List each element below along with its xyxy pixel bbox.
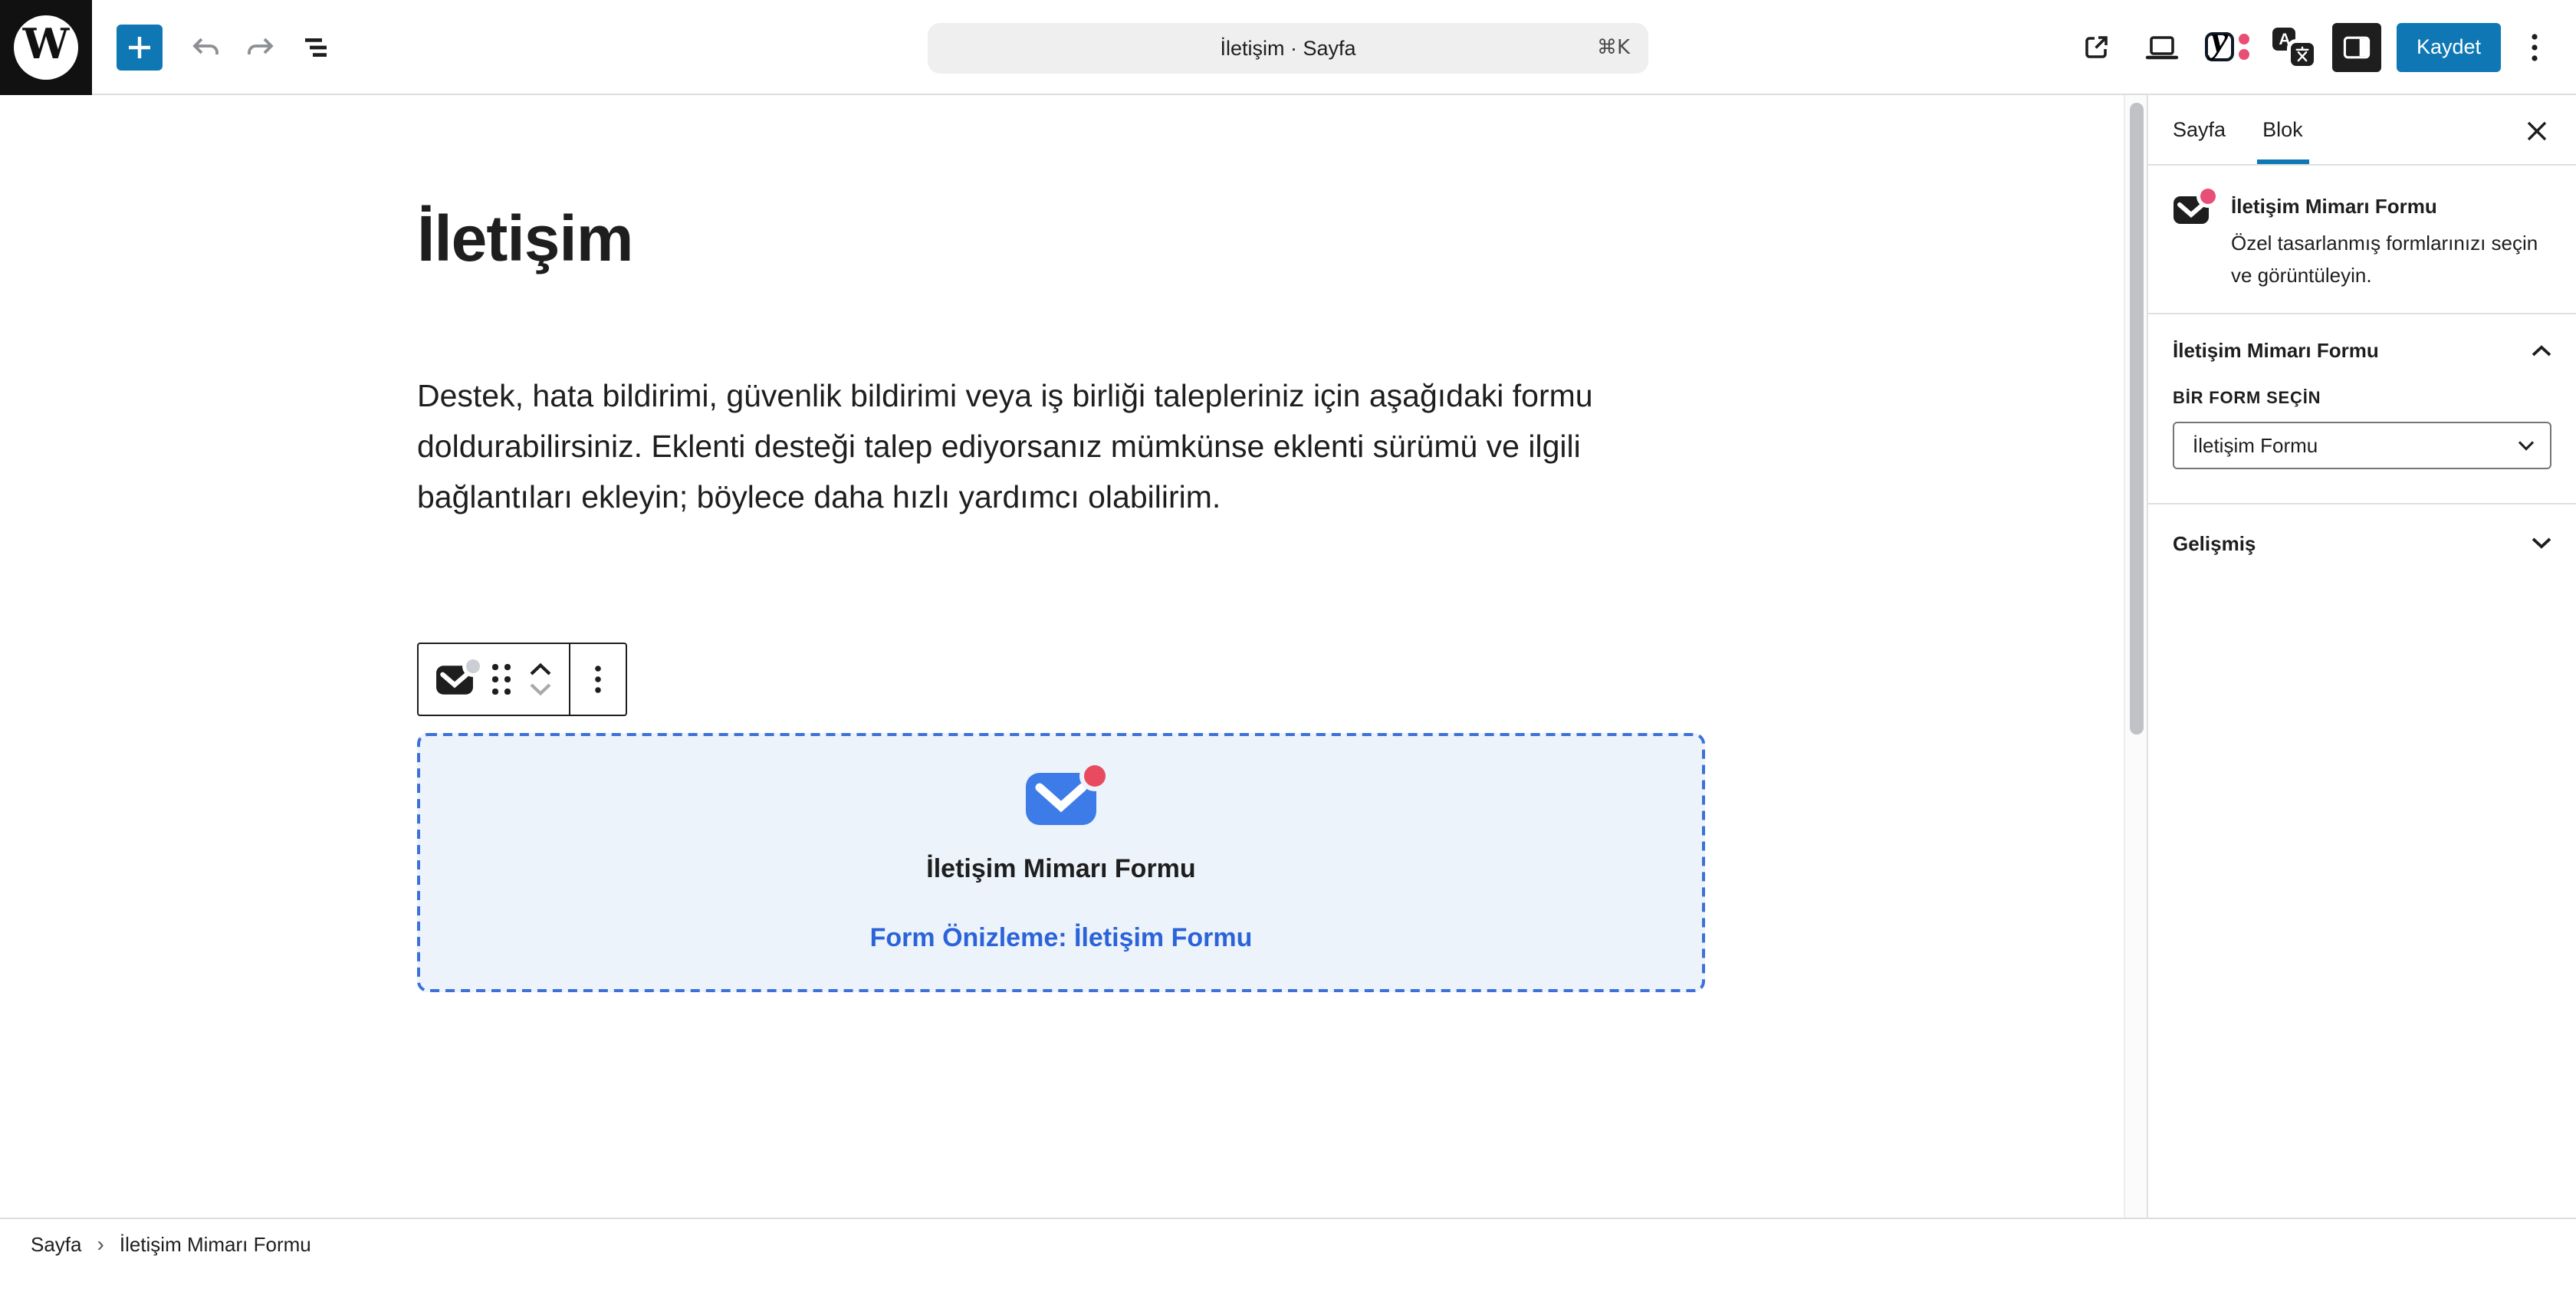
chevron-down-icon: [2518, 440, 2535, 451]
block-card-text: İletişim Mimarı Formu Özel tasarlanmış f…: [2231, 190, 2551, 291]
redo-button[interactable]: [233, 19, 288, 74]
canvas-scrollbar-track[interactable]: [2124, 95, 2147, 1218]
chevron-down-icon: [2532, 537, 2551, 549]
settings-sidebar: Sayfa Blok İletişim Mimarı Formu Özel ta…: [2147, 95, 2576, 1218]
plus-icon: [126, 33, 153, 61]
sidebar-panel-icon: [2340, 30, 2374, 64]
form-block-title: İletişim Mimarı Formu: [926, 853, 1195, 884]
block-card-title: İletişim Mimarı Formu: [2231, 195, 2551, 218]
selected-block-container: İletişim Mimarı Formu Form Önizleme: İle…: [417, 733, 1705, 992]
editor-top-bar: W İletişim · Sayfa ⌘K: [0, 0, 2576, 95]
form-select[interactable]: İletişim Formu: [2173, 422, 2551, 469]
command-center-bar[interactable]: İletişim · Sayfa ⌘K: [928, 23, 1648, 74]
editor-canvas: İletişim Destek, hata bildirimi, güvenli…: [0, 95, 2147, 1218]
block-movers: [528, 662, 551, 696]
undo-icon: [189, 31, 222, 62]
page-title-block[interactable]: İletişim: [417, 95, 1705, 276]
wordpress-block-editor: W İletişim · Sayfa ⌘K: [0, 0, 2576, 1305]
yoast-icon: y: [2205, 28, 2251, 65]
block-type-button[interactable]: [435, 663, 474, 695]
undo-button[interactable]: [178, 19, 233, 74]
command-shortcut: ⌘K: [1597, 37, 1630, 60]
screenshot: W İletişim · Sayfa ⌘K: [0, 0, 2576, 1305]
form-preview-link[interactable]: Form Önizleme: İletişim Formu: [870, 922, 1253, 953]
kebab-menu-icon: [2530, 31, 2539, 62]
close-icon: [2525, 119, 2548, 142]
chevron-up-icon: [528, 662, 551, 676]
paragraph-block[interactable]: Destek, hata bildirimi, güvenlik bildiri…: [417, 371, 1705, 523]
form-panel-header[interactable]: İletişim Mimarı Formu: [2148, 314, 2576, 386]
contact-form-block[interactable]: İletişim Mimarı Formu Form Önizleme: İle…: [417, 733, 1705, 992]
kebab-menu-icon: [593, 664, 602, 695]
top-bar-actions: y A Kaydet: [2068, 19, 2576, 74]
settings-sidebar-toggle[interactable]: [2332, 22, 2381, 71]
options-menu-button[interactable]: [2512, 19, 2558, 74]
sidebar-tabs: Sayfa Blok: [2148, 95, 2576, 166]
block-card-badge-dot: [2200, 189, 2216, 204]
external-link-icon: [2079, 30, 2113, 64]
block-card: İletişim Mimarı Formu Özel tasarlanmış f…: [2148, 166, 2576, 314]
breadcrumb-page[interactable]: Sayfa: [31, 1233, 82, 1256]
block-toolbar-main-group: [419, 644, 568, 715]
translate-button[interactable]: A: [2266, 19, 2321, 74]
block-card-description: Özel tasarlanmış formlarınızı seçin ve g…: [2231, 228, 2551, 291]
close-sidebar-button[interactable]: [2512, 106, 2561, 155]
post-content: İletişim Destek, hata bildirimi, güvenli…: [417, 95, 1705, 992]
chevron-up-icon: [2532, 344, 2551, 357]
drag-handle[interactable]: [492, 665, 510, 695]
form-select-label: BİR FORM SEÇİN: [2173, 390, 2551, 408]
tab-blok[interactable]: Blok: [2244, 95, 2321, 164]
canvas-scrollbar-thumb[interactable]: [2129, 103, 2143, 735]
document-title: İletişim · Sayfa: [928, 37, 1648, 60]
tab-sayfa[interactable]: Sayfa: [2154, 95, 2244, 164]
list-view-button[interactable]: [288, 19, 343, 74]
notification-dot: [1084, 764, 1106, 786]
view-site-button[interactable]: [2068, 19, 2124, 74]
block-card-envelope-icon: [2173, 195, 2210, 225]
move-down-button[interactable]: [528, 682, 551, 696]
laptop-icon: [2144, 30, 2180, 64]
breadcrumb-current-block[interactable]: İletişim Mimarı Formu: [120, 1233, 311, 1256]
wordpress-logo-icon: W: [14, 15, 78, 79]
preview-button[interactable]: [2134, 19, 2190, 74]
advanced-panel-title: Gelişmiş: [2173, 531, 2256, 554]
form-panel-title: İletişim Mimarı Formu: [2173, 339, 2379, 362]
advanced-panel-header[interactable]: Gelişmiş: [2148, 505, 2576, 581]
wordpress-logo-button[interactable]: W: [0, 0, 92, 94]
toolbar-badge-dot: [466, 659, 480, 672]
breadcrumb-separator-icon: ›: [97, 1233, 104, 1256]
move-up-button[interactable]: [528, 662, 551, 676]
block-toolbar: [417, 643, 626, 716]
form-select-value: İletişim Formu: [2193, 434, 2318, 457]
block-inserter-button[interactable]: [117, 24, 163, 70]
list-view-icon: [299, 30, 333, 64]
form-panel-body: BİR FORM SEÇİN İletişim Formu: [2148, 386, 2576, 505]
block-toolbar-options-group: [570, 644, 625, 715]
chevron-down-icon: [528, 682, 551, 696]
save-button[interactable]: Kaydet: [2397, 22, 2501, 71]
block-options-button[interactable]: [593, 664, 602, 695]
redo-icon: [244, 31, 278, 62]
translate-icon: A: [2273, 28, 2315, 66]
yoast-seo-button[interactable]: y: [2200, 19, 2256, 74]
document-breadcrumb-bar: Sayfa › İletişim Mimarı Formu: [0, 1218, 2576, 1305]
form-block-envelope-icon: [1026, 772, 1096, 824]
